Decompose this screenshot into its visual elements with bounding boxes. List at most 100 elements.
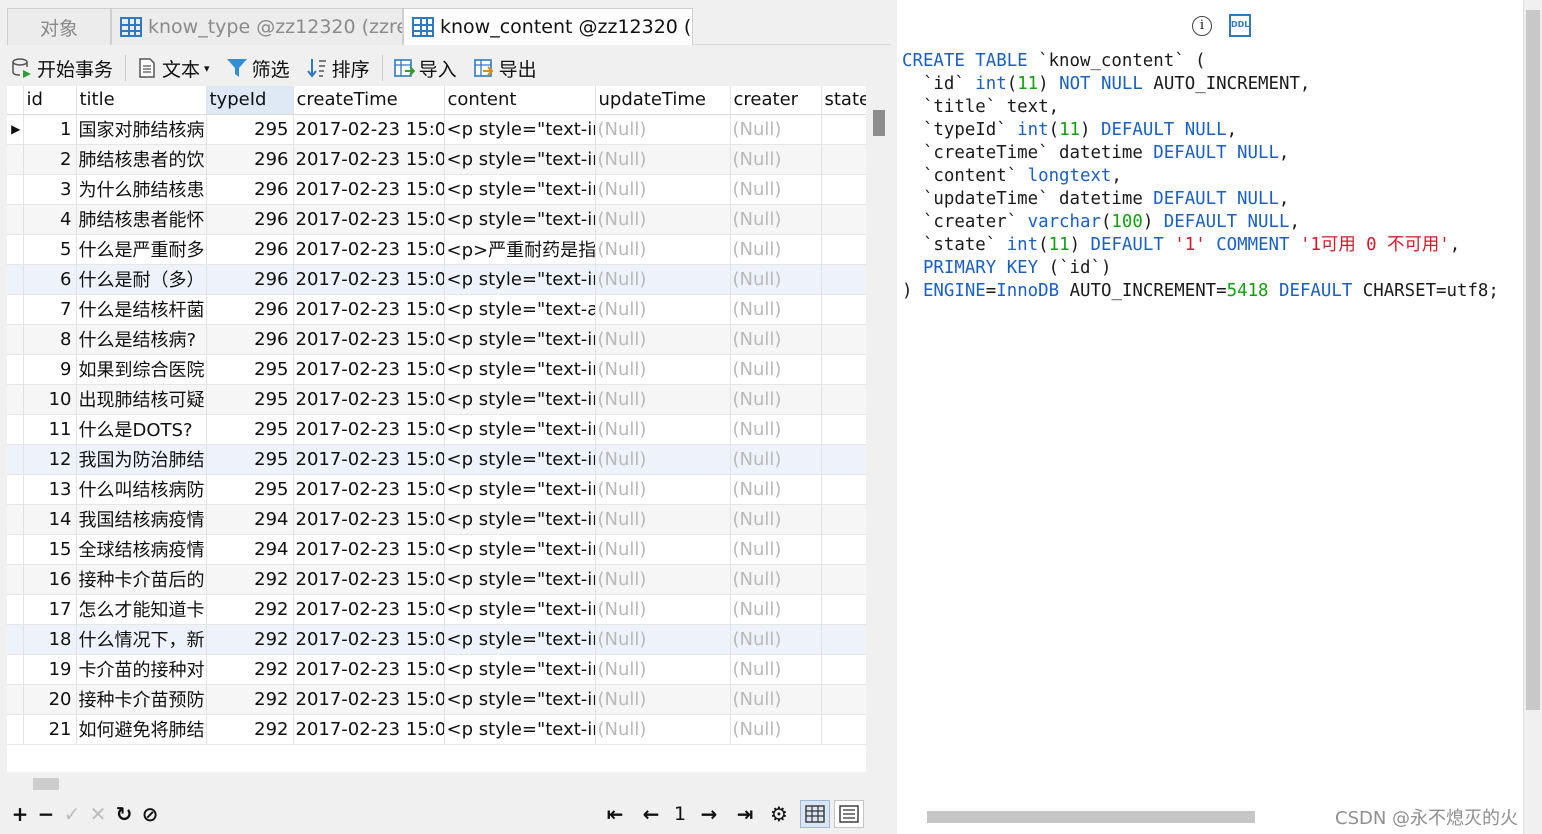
cell-title[interactable]: 我国为防治肺结 (76, 444, 207, 475)
cell-title[interactable]: 我国结核病疫情 (76, 504, 207, 535)
cell-state[interactable] (821, 384, 866, 415)
table-row[interactable]: 12 我国为防治肺结 295 2017-02-23 15:0 <p style="tex… (7, 444, 866, 475)
cell-id[interactable]: 8 (23, 324, 77, 355)
first-page-button[interactable]: ⇤ (602, 801, 628, 827)
tab-know-content[interactable]: know_content @zz12320 (z... (403, 8, 693, 45)
cell-state[interactable] (821, 294, 866, 325)
cell-typeid[interactable]: 295 (206, 444, 294, 475)
row-indicator[interactable] (7, 204, 24, 235)
cell-createtime[interactable]: 2017-02-23 15:0 (293, 654, 445, 685)
cell-state[interactable] (821, 264, 866, 295)
cell-updatetime[interactable]: (Null) (595, 684, 731, 715)
cell-creater[interactable]: (Null) (730, 474, 822, 505)
cell-createtime[interactable]: 2017-02-23 15:0 (293, 504, 445, 535)
cell-id[interactable]: 21 (23, 714, 77, 745)
cell-creater[interactable]: (Null) (730, 234, 822, 265)
row-indicator[interactable] (7, 414, 24, 445)
cell-state[interactable] (821, 234, 866, 265)
cell-id[interactable]: 1 (23, 114, 77, 145)
cell-state[interactable] (821, 564, 866, 595)
next-page-button[interactable]: → (696, 801, 722, 827)
delete-record-button[interactable]: − (33, 801, 59, 827)
window-scrollbar-thumb[interactable] (1526, 10, 1540, 710)
cell-creater[interactable]: (Null) (730, 174, 822, 205)
last-page-button[interactable]: ⇥ (732, 801, 758, 827)
cell-creater[interactable]: (Null) (730, 714, 822, 745)
cell-title[interactable]: 接种卡介苗后的 (76, 564, 207, 595)
cell-id[interactable]: 4 (23, 204, 77, 235)
cell-updatetime[interactable]: (Null) (595, 474, 731, 505)
cell-updatetime[interactable]: (Null) (595, 624, 731, 655)
cell-creater[interactable]: (Null) (730, 624, 822, 655)
cell-id[interactable]: 5 (23, 234, 77, 265)
results-grid[interactable]: id title typeId createTime content updat… (7, 86, 866, 772)
cell-state[interactable] (821, 444, 866, 475)
cell-creater[interactable]: (Null) (730, 654, 822, 685)
cell-updatetime[interactable]: (Null) (595, 654, 731, 685)
cell-typeid[interactable]: 294 (206, 534, 294, 565)
cell-title[interactable]: 什么是DOTS? (76, 414, 207, 445)
cell-state[interactable] (821, 174, 866, 205)
cell-typeid[interactable]: 292 (206, 684, 294, 715)
cell-title[interactable]: 肺结核患者的饮 (76, 144, 207, 175)
cell-createtime[interactable]: 2017-02-23 15:0 (293, 534, 445, 565)
cell-id[interactable]: 15 (23, 534, 77, 565)
cell-creater[interactable]: (Null) (730, 144, 822, 175)
cell-typeid[interactable]: 296 (206, 264, 294, 295)
table-row[interactable]: 19 卡介苗的接种对 292 2017-02-23 15:0 <p style="tex… (7, 654, 866, 685)
cell-updatetime[interactable]: (Null) (595, 564, 731, 595)
cell-updatetime[interactable]: (Null) (595, 324, 731, 355)
cell-title[interactable]: 如何避免将肺结 (76, 714, 207, 745)
cell-createtime[interactable]: 2017-02-23 15:0 (293, 204, 445, 235)
cell-title[interactable]: 什么叫结核病防 (76, 474, 207, 505)
cell-updatetime[interactable]: (Null) (595, 414, 731, 445)
import-button[interactable]: 导入 (389, 53, 461, 83)
cell-id[interactable]: 3 (23, 174, 77, 205)
cell-creater[interactable]: (Null) (730, 324, 822, 355)
cell-createtime[interactable]: 2017-02-23 15:0 (293, 714, 445, 745)
cell-title[interactable]: 接种卡介苗预防 (76, 684, 207, 715)
vertical-scrollbar-thumb[interactable] (873, 110, 885, 136)
cell-state[interactable] (821, 114, 866, 145)
discard-changes-button[interactable]: ✕ (85, 801, 111, 827)
cell-createtime[interactable]: 2017-02-23 15:0 (293, 174, 445, 205)
row-indicator[interactable] (7, 234, 24, 265)
cell-content[interactable]: <p style="text-al (444, 294, 596, 325)
cell-createtime[interactable]: 2017-02-23 15:0 (293, 564, 445, 595)
row-indicator[interactable] (7, 444, 24, 475)
cell-createtime[interactable]: 2017-02-23 15:0 (293, 144, 445, 175)
add-record-button[interactable]: + (7, 801, 33, 827)
table-row[interactable]: 5 什么是严重耐多 296 2017-02-23 15:0 <p>严重耐药是指 (Null… (7, 234, 866, 265)
cell-content[interactable]: <p style="text-in (444, 384, 596, 415)
cell-id[interactable]: 13 (23, 474, 77, 505)
cell-typeid[interactable]: 295 (206, 384, 294, 415)
export-button[interactable]: 导出 (469, 53, 541, 83)
column-header-createtime[interactable]: createTime (293, 86, 445, 115)
cell-state[interactable] (821, 414, 866, 445)
cell-id[interactable]: 6 (23, 264, 77, 295)
cell-creater[interactable]: (Null) (730, 444, 822, 475)
table-row[interactable]: 20 接种卡介苗预防 292 2017-02-23 15:0 <p style="tex… (7, 684, 866, 715)
cell-createtime[interactable]: 2017-02-23 15:0 (293, 114, 445, 145)
cell-createtime[interactable]: 2017-02-23 15:0 (293, 324, 445, 355)
cell-content[interactable]: <p style="text-in (444, 594, 596, 625)
cell-updatetime[interactable]: (Null) (595, 294, 731, 325)
cell-createtime[interactable]: 2017-02-23 15:0 (293, 684, 445, 715)
cell-id[interactable]: 2 (23, 144, 77, 175)
cell-content[interactable]: <p style="text-in (444, 654, 596, 685)
row-indicator[interactable] (7, 504, 24, 535)
cell-creater[interactable]: (Null) (730, 114, 822, 145)
cell-id[interactable]: 14 (23, 504, 77, 535)
cell-state[interactable] (821, 594, 866, 625)
table-row[interactable]: 7 什么是结核杆菌 296 2017-02-23 15:0 <p style="text… (7, 294, 866, 325)
row-indicator[interactable] (7, 624, 24, 655)
cell-content[interactable]: <p style="text-in (444, 264, 596, 295)
cell-id[interactable]: 18 (23, 624, 77, 655)
table-row[interactable]: 4 肺结核患者能怀 296 2017-02-23 15:0 <p style="text… (7, 204, 866, 235)
table-row[interactable]: 2 肺结核患者的饮 296 2017-02-23 15:0 <p style="text… (7, 144, 866, 175)
column-header-id[interactable]: id (23, 86, 77, 115)
row-indicator[interactable] (7, 264, 24, 295)
cell-creater[interactable]: (Null) (730, 564, 822, 595)
cell-updatetime[interactable]: (Null) (595, 354, 731, 385)
cell-state[interactable] (821, 144, 866, 175)
